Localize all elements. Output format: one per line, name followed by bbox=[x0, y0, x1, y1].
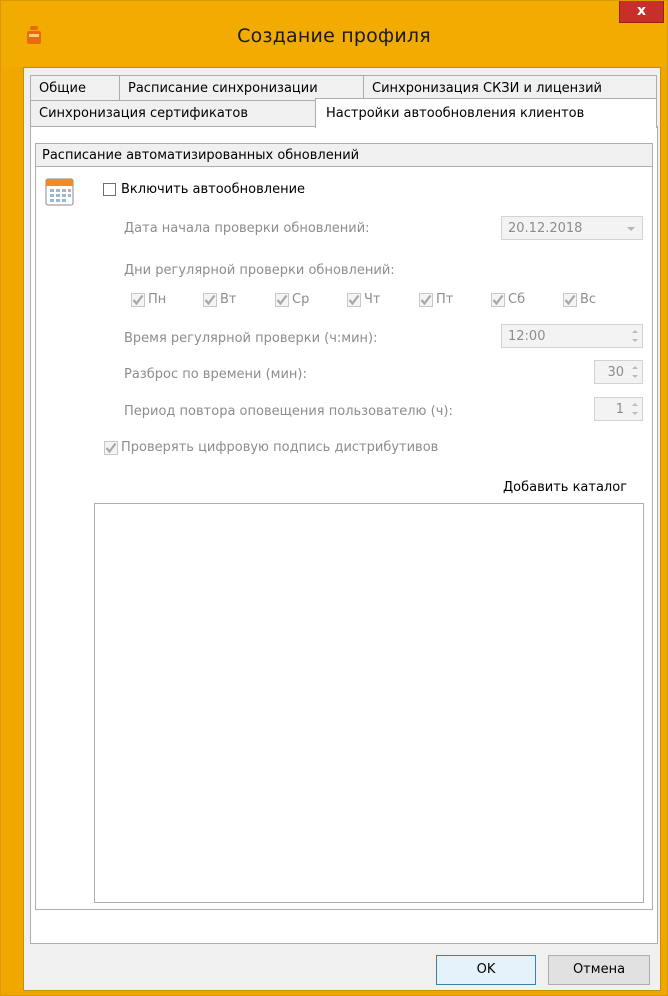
add-catalog-link[interactable]: Добавить каталог bbox=[503, 480, 627, 495]
dropdown-arrow-icon bbox=[627, 227, 635, 231]
tab-general[interactable]: Общие bbox=[30, 75, 120, 101]
spin-up-icon bbox=[632, 366, 638, 369]
day-wed-checkbox[interactable] bbox=[275, 293, 289, 307]
verify-signature-checkbox[interactable] bbox=[104, 441, 118, 455]
day-thu-label: Чт bbox=[364, 292, 381, 307]
spin-down-icon bbox=[632, 375, 638, 378]
notify-repeat-label: Период повтора оповещения пользователю (… bbox=[124, 404, 453, 419]
start-date-picker[interactable]: 20.12.2018 bbox=[501, 216, 643, 240]
spin-up-icon bbox=[632, 330, 638, 333]
cancel-button[interactable]: Отмена bbox=[548, 955, 650, 985]
day-wed-label: Ср bbox=[292, 292, 310, 307]
enable-autoupdate-label: Включить автообновление bbox=[121, 182, 306, 197]
title-bar[interactable]: Создание профиля x bbox=[1, 1, 667, 67]
tab-certificate-sync[interactable]: Синхронизация сертификатов bbox=[30, 100, 316, 126]
window-title: Создание профиля bbox=[237, 25, 431, 47]
day-sat-label: Сб bbox=[508, 292, 526, 307]
close-button[interactable]: x bbox=[619, 1, 664, 23]
group-title: Расписание автоматизированных обновлений bbox=[35, 143, 653, 167]
start-date-value: 20.12.2018 bbox=[508, 221, 583, 236]
verify-signature-label: Проверять цифровую подпись дистрибутивов bbox=[121, 440, 439, 455]
spin-down-icon bbox=[632, 339, 638, 342]
day-tue-label: Вт bbox=[220, 292, 237, 307]
dialog-window: Создание профиля x Общие Расписание синх… bbox=[0, 0, 668, 996]
time-value: 12:00 bbox=[508, 329, 546, 344]
tab-client-autoupdate[interactable]: Настройки автообновления клиентов bbox=[315, 98, 657, 128]
spin-down-icon bbox=[632, 412, 638, 415]
day-sat-checkbox[interactable] bbox=[491, 293, 505, 307]
notify-repeat-spinner[interactable]: 1 bbox=[594, 397, 643, 421]
day-tue-checkbox[interactable] bbox=[203, 293, 217, 307]
dialog-client-area: Общие Расписание синхронизации Синхрониз… bbox=[23, 67, 661, 991]
time-spread-label: Разброс по времени (мин): bbox=[124, 367, 307, 382]
days-label: Дни регулярной проверки обновлений: bbox=[124, 263, 395, 278]
tab-page-autoupdate: Расписание автоматизированных обновлений… bbox=[30, 126, 658, 944]
day-mon-checkbox[interactable] bbox=[131, 293, 145, 307]
day-fri-checkbox[interactable] bbox=[419, 293, 433, 307]
calendar-icon bbox=[45, 178, 74, 206]
time-spread-spinner[interactable]: 30 bbox=[594, 360, 643, 384]
day-sun-label: Вс bbox=[580, 292, 597, 307]
time-spinner[interactable]: 12:00 bbox=[501, 324, 643, 348]
ok-button[interactable]: OK bbox=[436, 955, 536, 985]
enable-autoupdate-checkbox[interactable] bbox=[103, 183, 116, 196]
time-label: Время регулярной проверки (ч:мин): bbox=[124, 331, 378, 346]
time-spread-value: 30 bbox=[607, 365, 624, 380]
day-thu-checkbox[interactable] bbox=[347, 293, 361, 307]
catalog-list[interactable] bbox=[94, 503, 644, 903]
notify-repeat-value: 1 bbox=[615, 402, 624, 417]
day-mon-label: Пн bbox=[148, 292, 167, 307]
day-sun-checkbox[interactable] bbox=[563, 293, 577, 307]
start-date-label: Дата начала проверки обновлений: bbox=[124, 221, 370, 236]
spin-up-icon bbox=[632, 403, 638, 406]
day-fri-label: Пт bbox=[436, 292, 454, 307]
